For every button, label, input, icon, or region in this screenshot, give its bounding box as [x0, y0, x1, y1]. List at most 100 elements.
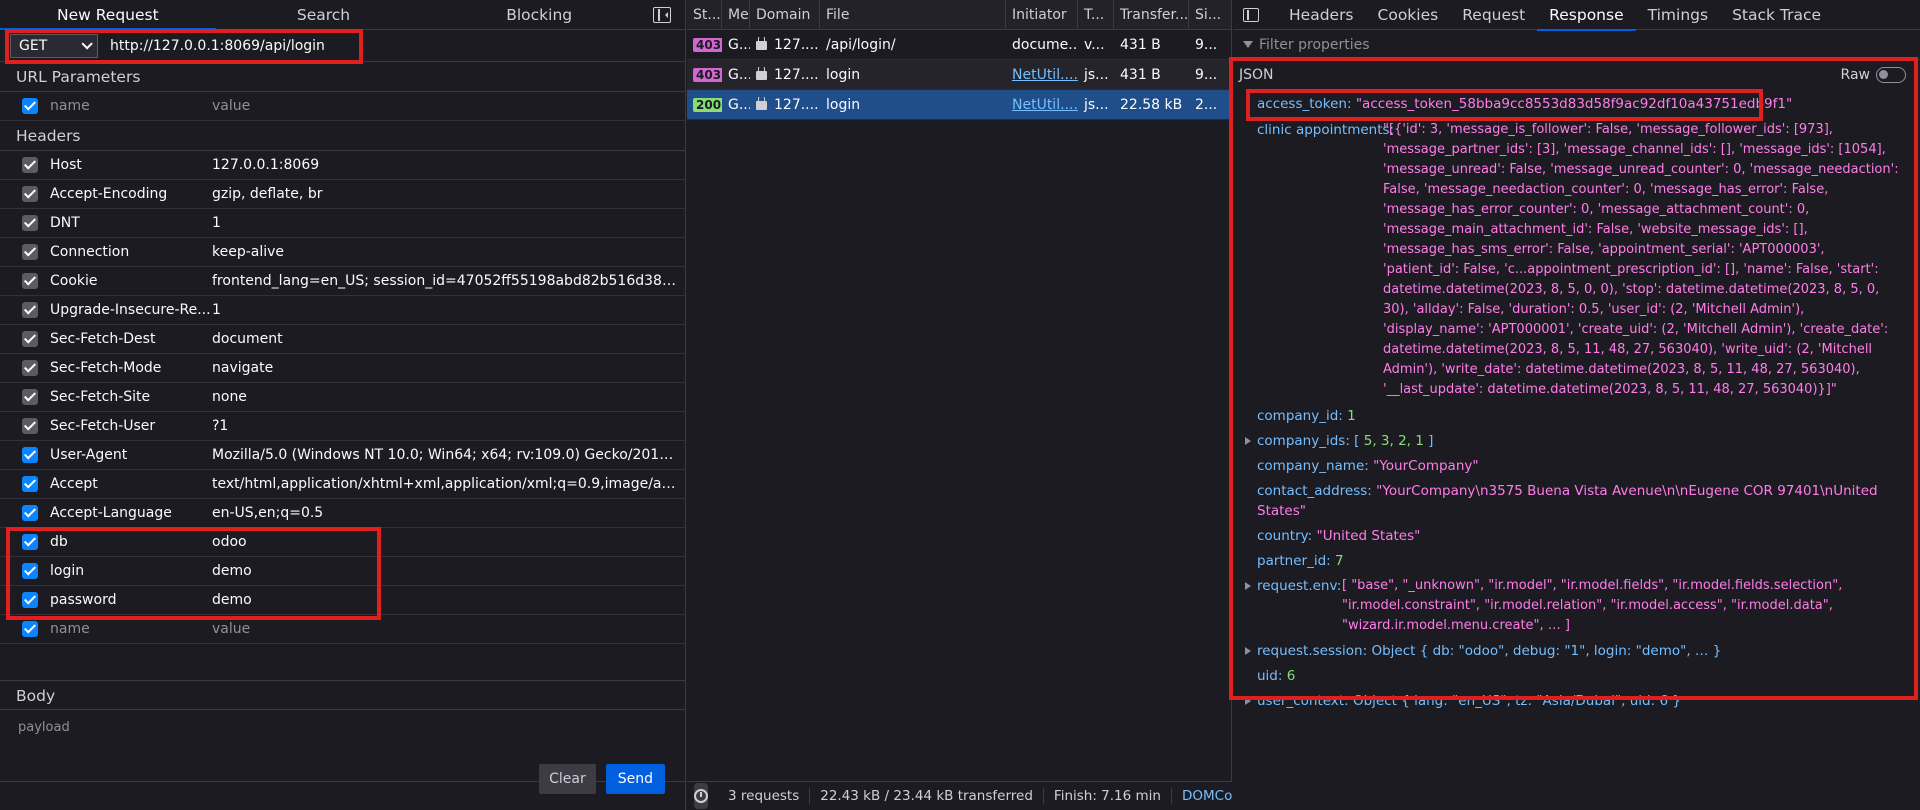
header-checkbox[interactable] [22, 186, 38, 202]
header-checkbox[interactable] [22, 360, 38, 376]
header-value[interactable]: 1 [212, 302, 685, 318]
tab-request[interactable]: Request [1450, 0, 1537, 30]
header-value[interactable]: document [212, 331, 685, 347]
header-checkbox[interactable] [22, 476, 38, 492]
header-checkbox[interactable] [22, 563, 38, 579]
header-name[interactable]: Sec-Fetch-User [50, 418, 212, 434]
header-value[interactable]: keep-alive [212, 244, 685, 260]
header-checkbox[interactable] [22, 592, 38, 608]
tab-stack-trace[interactable]: Stack Trace [1720, 0, 1833, 30]
column-transferred[interactable]: Transfer... [1114, 0, 1189, 29]
header-name[interactable]: Accept-Encoding [50, 186, 212, 202]
header-checkbox[interactable] [22, 157, 38, 173]
header-value[interactable]: gzip, deflate, br [212, 186, 685, 202]
header-name[interactable]: Sec-Fetch-Dest [50, 331, 212, 347]
column-status[interactable]: St... [687, 0, 722, 29]
json-prop-request-session[interactable]: request.session: Object { db: "odoo", de… [1233, 641, 1920, 661]
header-name[interactable]: db [50, 534, 212, 550]
send-button[interactable]: Send [605, 764, 665, 794]
tab-timings[interactable]: Timings [1636, 0, 1720, 30]
timer-button[interactable] [694, 783, 708, 809]
header-name[interactable]: Upgrade-Insecure-Re... [50, 302, 212, 318]
row-initiator[interactable]: NetUtil.... [1012, 67, 1078, 83]
header-checkbox[interactable] [22, 273, 38, 289]
expand-twisty-icon[interactable] [1245, 437, 1251, 445]
header-checkbox[interactable] [22, 244, 38, 260]
header-name[interactable]: password [50, 592, 212, 608]
network-row[interactable]: 200 G... 127.... login NetUtil.... js... 22.58… [687, 90, 1231, 120]
tab-cookies[interactable]: Cookies [1366, 0, 1451, 30]
header-checkbox[interactable] [22, 389, 38, 405]
network-row[interactable]: 403 G... 127.... login NetUtil.... js... 431 B… [687, 60, 1231, 90]
clear-button[interactable]: Clear [539, 764, 596, 794]
column-method[interactable]: Me [722, 0, 750, 29]
header-name[interactable]: User-Agent [50, 447, 212, 463]
network-row[interactable]: 403 G... 127.... /api/login/docume... v... 43… [687, 30, 1231, 60]
collapse-sidebar-icon[interactable] [653, 6, 672, 23]
column-type[interactable]: T... [1078, 0, 1114, 29]
header-name[interactable]: Accept [50, 476, 212, 492]
header-value[interactable]: navigate [212, 360, 685, 376]
header-name[interactable]: Accept-Language [50, 505, 212, 521]
header-checkbox[interactable] [22, 621, 38, 637]
raw-toggle[interactable] [1876, 67, 1906, 83]
tab-blocking[interactable]: Blocking [431, 0, 647, 30]
json-prop-request-env[interactable]: request.env: [ "base", "_unknown", "ir.m… [1233, 576, 1920, 636]
param-value-input[interactable]: value [212, 98, 685, 114]
json-prop-user-context[interactable]: user_context: Object { lang: "en_US", tz… [1233, 691, 1920, 711]
json-prop-access-token[interactable]: access_token: "access_token_58bba9cc8553… [1233, 94, 1920, 114]
header-value[interactable]: text/html,application/xhtml+xml,applicat… [212, 476, 685, 492]
header-checkbox[interactable] [22, 505, 38, 521]
toggle-panel-icon[interactable] [1243, 7, 1259, 22]
header-value[interactable]: 1 [212, 215, 685, 231]
header-value[interactable]: 127.0.0.1:8069 [212, 157, 685, 173]
row-initiator[interactable]: NetUtil.... [1012, 97, 1078, 113]
url-input[interactable]: http://127.0.0.1:8069/api/login [106, 33, 685, 58]
expand-twisty-icon[interactable] [1245, 697, 1251, 705]
header-value[interactable]: demo [212, 592, 685, 608]
json-prop-company-name[interactable]: company_name: "YourCompany" [1233, 456, 1920, 476]
header-name[interactable]: Host [50, 157, 212, 173]
json-prop-contact-address[interactable]: contact_address: "YourCompany\n3575 Buen… [1233, 481, 1920, 521]
header-name[interactable]: name [50, 621, 212, 637]
tab-headers[interactable]: Headers [1277, 0, 1366, 30]
json-prop-company-id[interactable]: company_id: 1 [1233, 406, 1920, 426]
json-prop-country[interactable]: country: "United States" [1233, 526, 1920, 546]
header-value[interactable]: ?1 [212, 418, 685, 434]
header-value[interactable]: value [212, 621, 685, 637]
header-name[interactable]: Cookie [50, 273, 212, 289]
header-checkbox[interactable] [22, 418, 38, 434]
header-checkbox[interactable] [22, 215, 38, 231]
json-prop-uid[interactable]: uid: 6 [1233, 666, 1920, 686]
header-checkbox[interactable] [22, 331, 38, 347]
column-domain[interactable]: Domain [750, 0, 820, 29]
header-value[interactable]: odoo [212, 534, 685, 550]
header-name[interactable]: Sec-Fetch-Site [50, 389, 212, 405]
header-name[interactable]: DNT [50, 215, 212, 231]
param-checkbox[interactable] [22, 98, 38, 114]
header-checkbox[interactable] [22, 302, 38, 318]
header-name[interactable]: Sec-Fetch-Mode [50, 360, 212, 376]
tab-new-request[interactable]: New Request [0, 0, 216, 30]
filter-properties-input[interactable]: Filter properties [1259, 37, 1370, 53]
tab-response[interactable]: Response [1537, 0, 1637, 31]
header-name[interactable]: login [50, 563, 212, 579]
header-checkbox[interactable] [22, 447, 38, 463]
header-value[interactable]: demo [212, 563, 685, 579]
json-prop-company-ids[interactable]: company_ids: [ 5, 3, 2, 1 ] [1233, 431, 1920, 451]
header-value[interactable]: frontend_lang=en_US; session_id=47052ff5… [212, 273, 685, 289]
filter-properties-row[interactable]: Filter properties [1233, 30, 1920, 60]
json-prop-partner-id[interactable]: partner_id: 7 [1233, 551, 1920, 571]
header-value[interactable]: Mozilla/5.0 (Windows NT 10.0; Win64; x64… [212, 447, 685, 463]
column-size[interactable]: Si... [1189, 0, 1231, 29]
header-name[interactable]: Connection [50, 244, 212, 260]
column-file[interactable]: File [820, 0, 1006, 29]
param-name-input[interactable]: name [50, 98, 212, 114]
expand-twisty-icon[interactable] [1245, 582, 1251, 590]
tab-search[interactable]: Search [216, 0, 432, 30]
header-value[interactable]: none [212, 389, 685, 405]
expand-twisty-icon[interactable] [1245, 647, 1251, 655]
header-checkbox[interactable] [22, 534, 38, 550]
column-initiator[interactable]: Initiator [1006, 0, 1078, 29]
header-value[interactable]: en-US,en;q=0.5 [212, 505, 685, 521]
